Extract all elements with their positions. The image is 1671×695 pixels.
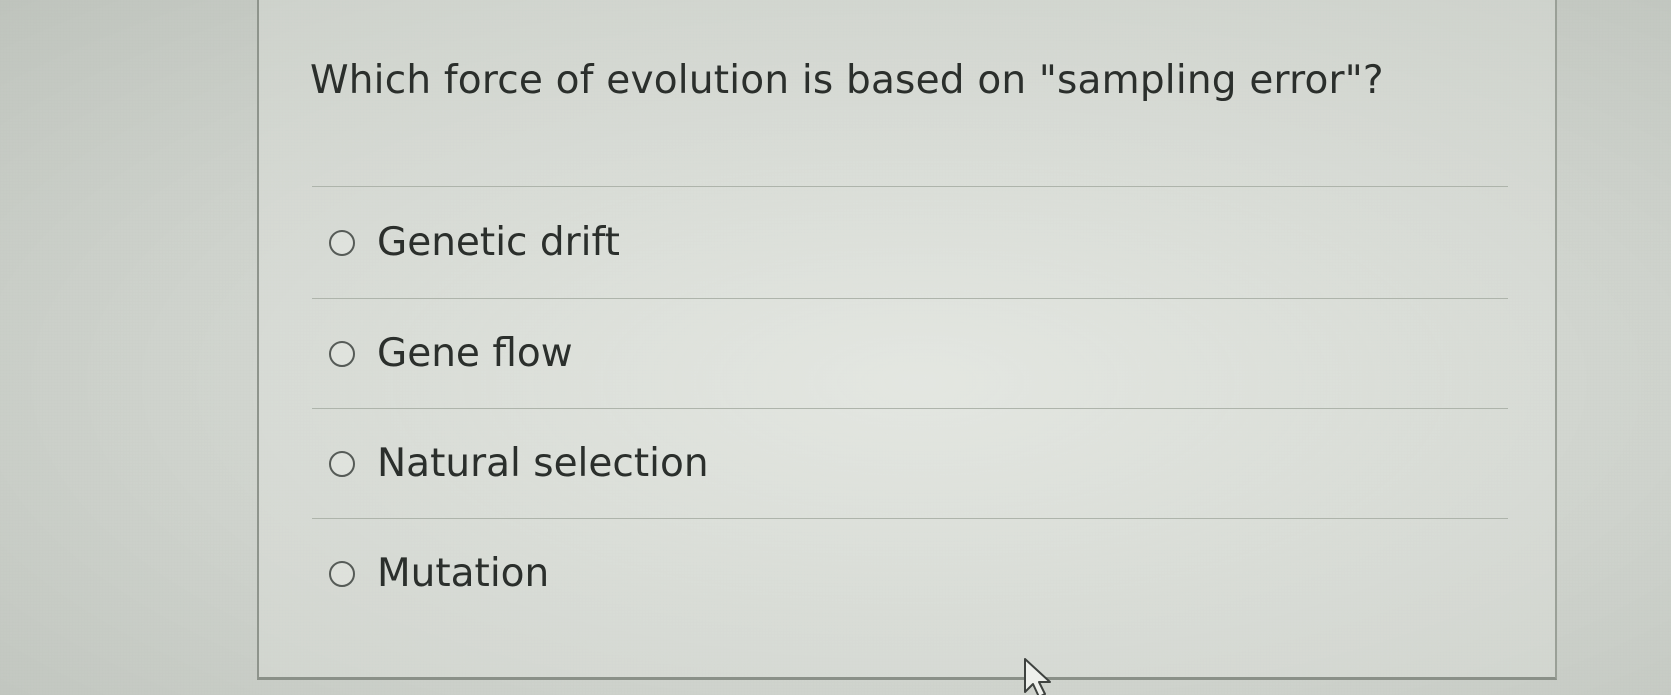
question-text: Which force of evolution is based on "sa… — [310, 58, 1384, 103]
radio-button-icon[interactable] — [329, 450, 355, 477]
option-gene-flow[interactable]: Gene flow — [312, 298, 1508, 408]
option-mutation[interactable]: Mutation — [312, 518, 1508, 628]
option-label: Natural selection — [377, 441, 709, 486]
answer-options: Genetic drift Gene flow Natural selectio… — [312, 186, 1508, 628]
mouse-pointer-icon — [1024, 658, 1051, 695]
option-label: Mutation — [377, 551, 550, 596]
option-genetic-drift[interactable]: Genetic drift — [312, 186, 1508, 298]
radio-button-icon[interactable] — [329, 560, 355, 587]
option-label: Genetic drift — [377, 220, 620, 265]
option-label: Gene flow — [377, 331, 573, 376]
radio-button-icon[interactable] — [329, 340, 355, 367]
option-natural-selection[interactable]: Natural selection — [312, 408, 1508, 518]
radio-button-icon[interactable] — [329, 229, 355, 256]
